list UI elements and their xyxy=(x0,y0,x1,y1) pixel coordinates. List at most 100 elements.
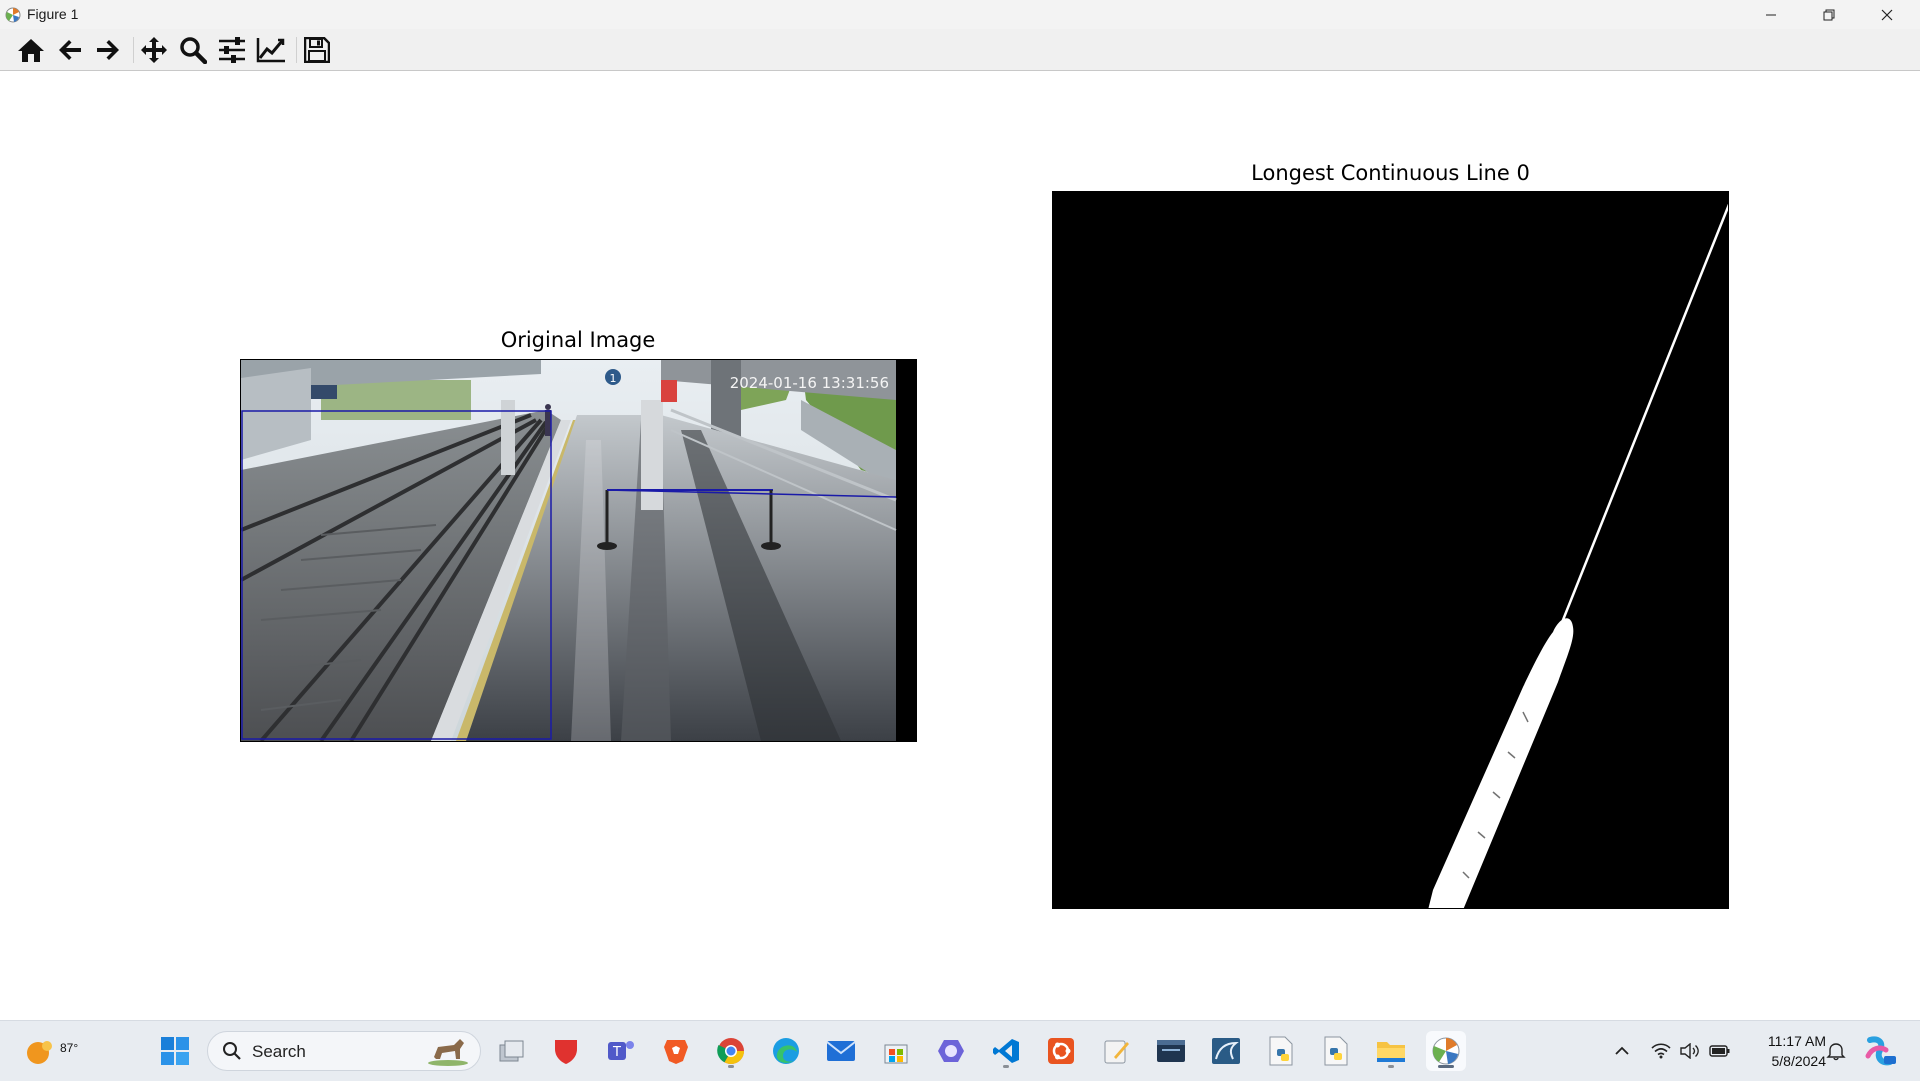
taskbar-mysql[interactable] xyxy=(1206,1031,1246,1071)
matplotlib-toolbar xyxy=(0,29,1920,71)
search-highlight-icon xyxy=(428,1039,468,1066)
taskbar-task-view[interactable] xyxy=(492,1031,532,1071)
toolbar-separator xyxy=(296,37,297,63)
weather-temperature: 87° xyxy=(60,1041,79,1055)
chrome-icon xyxy=(717,1038,745,1065)
start-icon xyxy=(161,1037,189,1065)
volume-icon xyxy=(1680,1043,1699,1059)
zoom-icon xyxy=(180,37,207,64)
chevron-up-icon xyxy=(1615,1046,1629,1055)
save-button[interactable] xyxy=(300,33,334,67)
search-placeholder: Search xyxy=(252,1042,306,1061)
configure-subplots-icon xyxy=(219,37,245,63)
copilot-preview-button[interactable] xyxy=(1860,1031,1900,1071)
copilot-preview-icon xyxy=(1865,1036,1896,1066)
save-icon xyxy=(304,37,330,63)
platform-sign-number: 1 xyxy=(610,372,617,385)
file-explorer-icon xyxy=(1377,1042,1405,1062)
search-icon xyxy=(223,1042,241,1060)
taskbar-brave[interactable] xyxy=(656,1031,696,1071)
original-image: 1 2024-01-16 13:31:56 xyxy=(240,359,917,742)
minimize-button[interactable] xyxy=(1742,0,1800,29)
taskbar-teams[interactable]: T xyxy=(601,1031,641,1071)
forward-arrow-icon xyxy=(97,40,119,60)
home-icon xyxy=(18,39,44,62)
taskbar-store[interactable] xyxy=(876,1031,916,1071)
window-title: Figure 1 xyxy=(27,6,79,22)
shield-app-icon xyxy=(555,1040,577,1064)
python-file-icon xyxy=(1269,1036,1293,1066)
mail-icon xyxy=(826,1041,856,1061)
mysql-icon xyxy=(1212,1038,1240,1064)
left-axes-title: Original Image xyxy=(500,328,656,352)
taskbar-mail[interactable] xyxy=(821,1031,861,1071)
pan-icon xyxy=(141,37,167,63)
taskbar-notepad[interactable] xyxy=(1096,1031,1136,1071)
taskbar-shield-app[interactable] xyxy=(546,1031,586,1071)
window-titlebar: Figure 1 xyxy=(0,0,1920,29)
taskbar-chrome[interactable] xyxy=(711,1031,751,1071)
forward-button[interactable] xyxy=(91,33,125,67)
weather-widget[interactable]: 87° xyxy=(20,1031,100,1071)
matplotlib-figure-icon xyxy=(1432,1037,1460,1065)
configure-subplots-button[interactable] xyxy=(215,33,249,67)
close-icon xyxy=(1881,9,1893,20)
active-indicator xyxy=(1438,1065,1454,1068)
vscode-icon xyxy=(993,1039,1019,1063)
network-button[interactable] xyxy=(1650,1041,1672,1061)
taskbar-search[interactable]: Search xyxy=(207,1031,481,1071)
clock-date: 5/8/2024 xyxy=(1771,1053,1827,1069)
battery-button[interactable] xyxy=(1709,1041,1731,1061)
show-hidden-icons-button[interactable] xyxy=(1611,1041,1633,1061)
running-indicator xyxy=(1003,1065,1009,1068)
restore-button[interactable] xyxy=(1800,0,1858,29)
matplotlib-app-icon xyxy=(5,7,21,23)
wifi-icon xyxy=(1651,1043,1671,1059)
system-clock[interactable]: 11:17 AM 5/8/2024 xyxy=(1768,1031,1826,1071)
mysql-workbench-icon xyxy=(1157,1040,1185,1062)
taskbar-file-explorer[interactable] xyxy=(1371,1031,1411,1071)
right-axes-title: Longest Continuous Line 0 xyxy=(1251,161,1530,185)
thick-line-segment xyxy=(1428,618,1574,908)
taskbar-python-file[interactable] xyxy=(1261,1031,1301,1071)
brave-icon xyxy=(664,1040,688,1064)
edit-axes-button[interactable] xyxy=(254,33,288,67)
taskbar-mysql-workbench[interactable] xyxy=(1151,1031,1191,1071)
volume-button[interactable] xyxy=(1679,1041,1701,1061)
battery-icon xyxy=(1709,1045,1730,1057)
ubuntu-icon xyxy=(1048,1038,1074,1064)
edge-icon xyxy=(773,1038,799,1064)
back-button[interactable] xyxy=(53,33,87,67)
line-mask-plot xyxy=(1428,203,1728,908)
running-indicator xyxy=(1388,1065,1394,1068)
taskbar-edge[interactable] xyxy=(766,1031,806,1071)
thin-line-segment xyxy=(1559,203,1728,626)
zoom-button[interactable] xyxy=(176,33,210,67)
taskbar-vscode[interactable] xyxy=(986,1031,1026,1071)
taskbar-matplotlib-figure[interactable] xyxy=(1426,1031,1466,1071)
toolbar-separator xyxy=(133,37,134,63)
store-icon xyxy=(884,1044,908,1064)
start-button[interactable] xyxy=(155,1031,195,1071)
teams-icon: T xyxy=(608,1041,634,1060)
clock-time: 11:17 AM xyxy=(1767,1033,1826,1049)
taskbar-copilot[interactable] xyxy=(931,1031,971,1071)
running-indicator xyxy=(728,1065,734,1068)
notification-bell-icon xyxy=(1826,1043,1846,1061)
figure-canvas[interactable]: Original Image 1 2024-01-16 13:31:56 Lon… xyxy=(0,71,1920,1020)
taskbar-python-idle[interactable] xyxy=(1316,1031,1356,1071)
notifications-button[interactable] xyxy=(1825,1041,1847,1061)
station-platform-photo: 1 2024-01-16 13:31:56 xyxy=(241,360,897,741)
home-button[interactable] xyxy=(14,33,48,67)
sun-weather-icon xyxy=(27,1041,52,1064)
task-view-icon xyxy=(499,1040,524,1062)
image-timestamp: 2024-01-16 13:31:56 xyxy=(730,374,889,392)
pan-button[interactable] xyxy=(137,33,171,67)
windows-taskbar: 87° Search T 11:17 AM 5/8/2024 xyxy=(0,1020,1920,1081)
taskbar-ubuntu[interactable] xyxy=(1041,1031,1081,1071)
minimize-icon xyxy=(1766,14,1776,15)
python-idle-icon xyxy=(1324,1036,1348,1066)
svg-text:T: T xyxy=(612,1045,621,1060)
restore-icon xyxy=(1823,9,1835,20)
close-button[interactable] xyxy=(1858,0,1916,29)
